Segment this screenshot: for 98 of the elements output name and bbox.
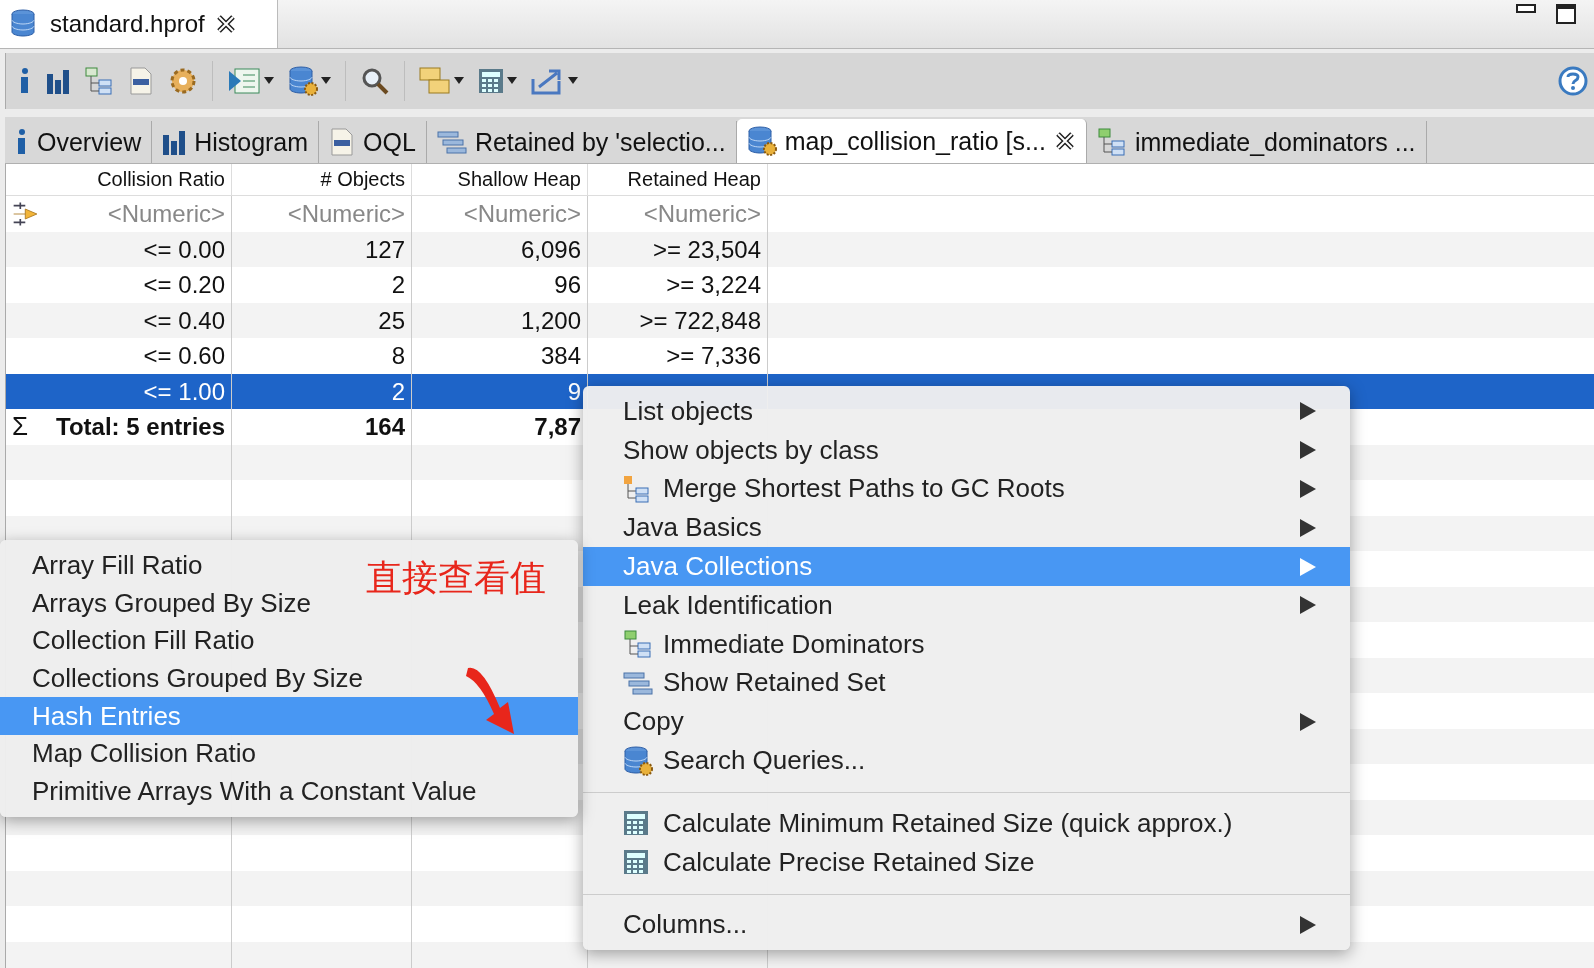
help-icon[interactable] <box>1558 66 1588 96</box>
menu-item[interactable]: Collections Grouped By Size <box>0 659 371 698</box>
result-tab[interactable]: Retained by 'selectio... <box>426 121 737 163</box>
stacked-lines-icon <box>623 670 653 695</box>
table-cell-text: >= 722,848 <box>639 305 761 336</box>
table-cell-text: 25 <box>378 305 405 336</box>
column-header[interactable]: Collision Ratio <box>6 164 232 195</box>
menu-item[interactable]: Show objects by class <box>583 430 1350 470</box>
table-cell-text: 2 <box>391 376 405 407</box>
sum-symbol: Σ <box>12 410 29 444</box>
folders-icon <box>419 66 451 96</box>
menu-item[interactable]: Leak Identification <box>583 586 1350 625</box>
table-cell-text: 8 <box>391 341 405 372</box>
minimize-icon[interactable] <box>1516 4 1536 14</box>
oql-button[interactable] <box>128 67 154 95</box>
search-button[interactable] <box>360 66 390 96</box>
tree-icon <box>1096 127 1127 157</box>
export-button[interactable] <box>531 67 578 95</box>
menu-item[interactable]: Show Retained Set <box>583 663 1350 703</box>
table-cell-text: <= 0.60 <box>143 341 225 372</box>
menu-item[interactable]: Collection Fill Ratio <box>0 622 263 660</box>
menu-item[interactable]: Search Queries... <box>583 741 1350 780</box>
filter-field[interactable]: <Numeric> <box>594 199 761 228</box>
table-cell-text: >= 7,336 <box>666 341 761 372</box>
column-header[interactable]: # Objects <box>232 164 412 195</box>
menu-item[interactable]: Columns... <box>583 905 1350 945</box>
filter-field[interactable]: <Numeric> <box>48 199 225 228</box>
maximize-icon[interactable] <box>1556 4 1576 24</box>
table-cell-text: 127 <box>364 234 405 265</box>
bar-chart-icon <box>46 68 70 94</box>
total-cell-text: Total: 5 entries <box>56 412 225 443</box>
table-cell-text: 384 <box>540 341 581 372</box>
close-icon[interactable] <box>214 13 237 35</box>
editor-tab[interactable]: standard.hprof <box>0 0 278 48</box>
total-cell-text: 164 <box>364 412 405 443</box>
table-cell-text: <= 0.20 <box>143 270 225 301</box>
database-gear-icon <box>623 744 653 777</box>
close-icon[interactable] <box>1053 130 1076 152</box>
table-cell-text: 9 <box>567 376 581 407</box>
caret-icon <box>264 77 274 85</box>
search-icon <box>360 66 390 96</box>
document-icon <box>329 128 356 156</box>
table-cell-text: 1,200 <box>520 305 581 336</box>
filter-field[interactable]: <Numeric> <box>238 199 405 228</box>
menu-item[interactable]: Copy <box>583 702 1350 742</box>
filter-field[interactable]: <Numeric> <box>418 199 581 228</box>
tree-icon <box>623 629 653 660</box>
database-gear-icon <box>746 125 777 157</box>
group-button[interactable] <box>419 66 464 96</box>
menu-item[interactable]: Array Fill Ratio <box>0 547 211 585</box>
path-tree-icon <box>623 475 651 503</box>
menu-item[interactable]: Primitive Arrays With a Constant Value <box>0 772 485 811</box>
caret-icon <box>507 77 517 85</box>
menu-item[interactable]: List objects <box>583 392 1350 431</box>
table-cell-text: <= 0.40 <box>143 305 225 336</box>
result-tab[interactable]: Overview <box>5 121 153 163</box>
menu-item[interactable]: Calculate Precise Retained Size <box>583 842 1350 882</box>
table-cell-text: 96 <box>554 270 581 301</box>
column-header[interactable]: Shallow Heap <box>412 164 588 195</box>
bar-chart-icon <box>162 129 187 155</box>
total-cell-text: 7,87 <box>534 412 581 443</box>
caret-icon <box>321 77 331 85</box>
document-icon <box>128 67 154 95</box>
stacked-lines-icon <box>436 130 467 154</box>
calculator-icon <box>623 810 649 837</box>
table-cell-text: <= 1.00 <box>143 376 225 407</box>
gear-icon <box>168 66 198 96</box>
query-button[interactable] <box>288 65 331 97</box>
table-cell-text: >= 3,224 <box>666 270 761 301</box>
editor-tab-title: standard.hprof <box>50 10 205 38</box>
menu-item[interactable]: Merge Shortest Paths to GC Roots <box>583 469 1350 509</box>
result-tab[interactable]: OQL <box>319 121 427 163</box>
menu-item[interactable]: Immediate Dominators <box>583 624 1350 664</box>
caret-icon <box>454 77 464 85</box>
menu-item[interactable]: Arrays Grouped By Size <box>0 584 319 623</box>
table-cell-text: 6,096 <box>520 234 581 265</box>
result-tab[interactable]: map_collision_ratio [s... <box>736 119 1087 163</box>
calculator-icon <box>623 849 649 876</box>
calculator-icon <box>478 68 504 94</box>
table-row[interactable]: <= 0.40 25 1,200 >= 722,848 <box>6 302 1594 338</box>
menu-item[interactable]: Map Collision Ratio <box>0 734 264 773</box>
result-tab[interactable]: Histogram <box>152 121 320 163</box>
calculator-button[interactable] <box>478 68 517 94</box>
column-header[interactable]: Retained Heap <box>588 164 768 195</box>
table-cell-text: 2 <box>391 270 405 301</box>
histogram-button[interactable] <box>46 68 70 94</box>
table-row[interactable]: <= 0.00 127 6,096 >= 23,504 <box>6 231 1594 267</box>
database-gear-icon <box>288 65 318 97</box>
run-list-icon <box>227 67 261 95</box>
result-tab[interactable]: immediate_dominators ... <box>1086 121 1427 163</box>
caret-icon <box>568 77 578 85</box>
table-cell-text: <= 0.00 <box>143 234 225 265</box>
tree-icon <box>84 66 114 96</box>
annotation-text: 直接查看值 <box>366 556 546 600</box>
settings-button[interactable] <box>168 66 198 96</box>
table-cell-text: >= 23,504 <box>652 234 761 265</box>
run-report-button[interactable] <box>227 67 274 95</box>
menu-item[interactable]: Calculate Minimum Retained Size (quick approx.) <box>583 803 1350 843</box>
